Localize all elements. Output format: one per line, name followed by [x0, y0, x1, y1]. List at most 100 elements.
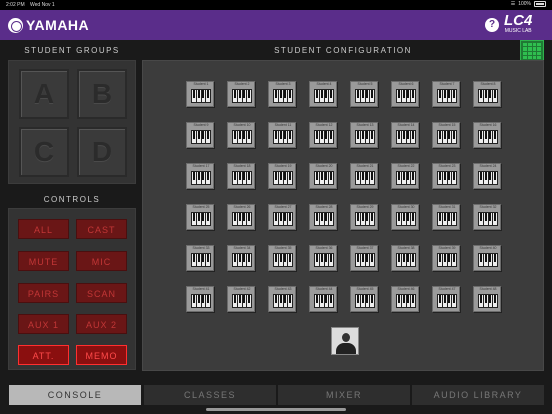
- student-station[interactable]: Student 37: [350, 245, 378, 271]
- student-station[interactable]: Student 6: [391, 81, 419, 107]
- keyboard-icon: [314, 294, 334, 308]
- student-station[interactable]: Student 4: [309, 81, 337, 107]
- student-station[interactable]: Student 30: [391, 204, 419, 230]
- all-button[interactable]: ALL: [18, 219, 69, 239]
- student-station[interactable]: Student 2: [227, 81, 255, 107]
- student-station[interactable]: Student 21: [350, 163, 378, 189]
- tab-console[interactable]: CONSOLE: [9, 385, 141, 405]
- student-station[interactable]: Student 41: [186, 286, 214, 312]
- student-station-label: Student 26: [233, 205, 251, 209]
- teacher-station-button[interactable]: [331, 327, 359, 355]
- student-station-label: Student 21: [356, 164, 374, 168]
- student-station-label: Student 47: [438, 287, 456, 291]
- student-station[interactable]: Student 48: [473, 286, 501, 312]
- student-station[interactable]: Student 42: [227, 286, 255, 312]
- student-station[interactable]: Student 24: [473, 163, 501, 189]
- student-station[interactable]: Student 43: [268, 286, 296, 312]
- student-station-label: Student 31: [438, 205, 456, 209]
- mic-button[interactable]: MIC: [76, 251, 127, 271]
- cast-button[interactable]: CAST: [76, 219, 127, 239]
- mute-button[interactable]: MUTE: [18, 251, 69, 271]
- memo-button[interactable]: MEMO: [76, 345, 127, 365]
- keyboard-icon: [355, 212, 375, 226]
- student-station[interactable]: Student 12: [309, 122, 337, 148]
- student-station[interactable]: Student 9: [186, 122, 214, 148]
- group-c-button[interactable]: C: [19, 127, 69, 177]
- student-station[interactable]: Student 36: [309, 245, 337, 271]
- student-station[interactable]: Student 23: [432, 163, 460, 189]
- keyboard-icon: [355, 89, 375, 103]
- keyboard-icon: [437, 253, 457, 267]
- student-station[interactable]: Student 44: [309, 286, 337, 312]
- battery-percent: 100%: [518, 1, 531, 7]
- student-station[interactable]: Student 14: [391, 122, 419, 148]
- tab-audio-library[interactable]: AUDIO LIBRARY: [412, 385, 544, 405]
- product-name: LC4: [504, 12, 533, 29]
- keyboard-icon: [232, 212, 252, 226]
- status-time: 2:02 PM: [6, 2, 25, 8]
- student-station[interactable]: Student 1: [186, 81, 214, 107]
- student-station[interactable]: Student 35: [268, 245, 296, 271]
- student-station[interactable]: Student 19: [268, 163, 296, 189]
- aux1-button[interactable]: AUX 1: [18, 314, 69, 334]
- student-station[interactable]: Student 34: [227, 245, 255, 271]
- keyboard-icon: [232, 294, 252, 308]
- student-station[interactable]: Student 33: [186, 245, 214, 271]
- group-d-button[interactable]: D: [77, 127, 127, 177]
- group-b-button[interactable]: B: [77, 69, 127, 119]
- student-station[interactable]: Student 3: [268, 81, 296, 107]
- student-station[interactable]: Student 31: [432, 204, 460, 230]
- student-station[interactable]: Student 27: [268, 204, 296, 230]
- keyboard-icon: [314, 89, 334, 103]
- tab-classes[interactable]: CLASSES: [144, 385, 276, 405]
- att-button[interactable]: ATT.: [18, 345, 69, 365]
- student-station[interactable]: Student 46: [391, 286, 419, 312]
- student-station[interactable]: Student 38: [391, 245, 419, 271]
- pairs-button[interactable]: PAIRS: [18, 283, 69, 303]
- student-station-label: Student 12: [315, 123, 333, 127]
- keyboard-icon: [437, 294, 457, 308]
- student-station[interactable]: Student 22: [391, 163, 419, 189]
- student-station[interactable]: Student 39: [432, 245, 460, 271]
- student-station-label: Student 16: [479, 123, 497, 127]
- keyboard-icon: [191, 130, 211, 144]
- student-station[interactable]: Student 18: [227, 163, 255, 189]
- tuning-fork-logo-icon: [8, 17, 23, 33]
- aux2-button[interactable]: AUX 2: [76, 314, 127, 334]
- keyboard-icon: [191, 294, 211, 308]
- student-station[interactable]: Student 25: [186, 204, 214, 230]
- student-station[interactable]: Student 7: [432, 81, 460, 107]
- keyboard-icon: [232, 130, 252, 144]
- scan-button[interactable]: SCAN: [76, 283, 127, 303]
- student-station[interactable]: Student 40: [473, 245, 501, 271]
- keyboard-icon: [191, 212, 211, 226]
- keyboard-icon: [191, 171, 211, 185]
- student-station[interactable]: Student 11: [268, 122, 296, 148]
- group-a-button[interactable]: A: [19, 69, 69, 119]
- student-station[interactable]: Student 17: [186, 163, 214, 189]
- student-station-label: Student 23: [438, 164, 456, 168]
- student-station[interactable]: Student 15: [432, 122, 460, 148]
- student-station[interactable]: Student 10: [227, 122, 255, 148]
- student-station[interactable]: Student 29: [350, 204, 378, 230]
- keyboard-icon: [273, 212, 293, 226]
- student-station[interactable]: Student 47: [432, 286, 460, 312]
- student-station[interactable]: Student 16: [473, 122, 501, 148]
- student-station[interactable]: Student 32: [473, 204, 501, 230]
- student-station-label: Student 17: [192, 164, 210, 168]
- student-station-label: Student 38: [397, 246, 415, 250]
- student-station-label: Student 25: [192, 205, 210, 209]
- student-station-label: Student 40: [479, 246, 497, 250]
- student-station-label: Student 11: [274, 123, 292, 127]
- controls-panel: ALL CAST MUTE MIC PAIRS SCAN AUX 1 AUX 2…: [8, 208, 136, 370]
- student-station[interactable]: Student 13: [350, 122, 378, 148]
- tab-mixer[interactable]: MIXER: [278, 385, 410, 405]
- student-station-label: Student 36: [315, 246, 333, 250]
- student-station[interactable]: Student 20: [309, 163, 337, 189]
- student-station[interactable]: Student 8: [473, 81, 501, 107]
- student-station[interactable]: Student 5: [350, 81, 378, 107]
- help-button[interactable]: ?: [485, 18, 499, 32]
- student-station[interactable]: Student 45: [350, 286, 378, 312]
- student-station[interactable]: Student 28: [309, 204, 337, 230]
- student-station[interactable]: Student 26: [227, 204, 255, 230]
